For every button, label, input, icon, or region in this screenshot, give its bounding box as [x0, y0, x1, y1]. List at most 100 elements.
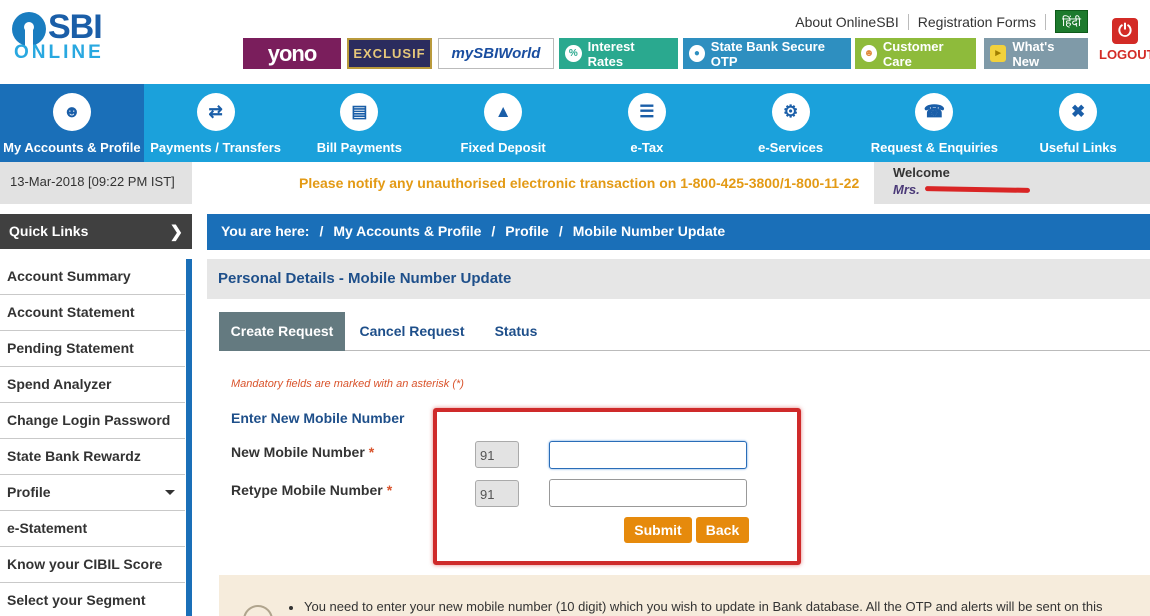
phone-chat-icon: ☎: [915, 93, 954, 131]
hindi-language-button[interactable]: हिंदी: [1055, 10, 1088, 33]
breadcrumb-prefix: You are here:: [221, 223, 310, 239]
bullet-icon: [289, 605, 293, 610]
interest-rates-label: Interest Rates: [587, 38, 635, 69]
whats-new-button[interactable]: ► What's New: [984, 38, 1088, 69]
info-bar: 13-Mar-2018 [09:22 PM IST] Please notify…: [0, 162, 1150, 204]
nav-label: My Accounts & Profile: [3, 140, 141, 155]
services-icon: ⚙: [771, 93, 810, 131]
yono-banner[interactable]: yono: [243, 38, 341, 69]
retype-mobile-label-text: Retype Mobile Number: [231, 482, 383, 498]
quick-link-profile-label: Profile: [7, 484, 51, 500]
customer-care-button[interactable]: ☻ Customer Care: [855, 38, 976, 69]
info-note: You need to enter your new mobile number…: [219, 575, 1150, 616]
nav-bill-payments[interactable]: ▤ Bill Payments: [288, 84, 432, 162]
header: SBI ONLINE About OnlineSBI Registration …: [0, 0, 1150, 84]
links-icon: ✖: [1059, 93, 1098, 131]
nav-fixed-deposit[interactable]: ▲ Fixed Deposit: [431, 84, 575, 162]
exclusif-banner[interactable]: EXCLUSIF: [347, 38, 432, 69]
whats-new-label: What's New: [1012, 38, 1055, 69]
interest-rates-button[interactable]: % Interest Rates: [559, 38, 678, 69]
sbi-logo[interactable]: SBI ONLINE: [12, 8, 107, 63]
retype-mobile-label: Retype Mobile Number *: [231, 482, 392, 498]
login-datetime: 13-Mar-2018 [09:22 PM IST]: [0, 162, 192, 204]
deposit-icon: ▲: [484, 93, 523, 131]
nav-my-accounts[interactable]: ☻ My Accounts & Profile: [0, 84, 144, 162]
tax-icon: ☰: [627, 93, 666, 131]
nav-etax[interactable]: ☰ e-Tax: [575, 84, 719, 162]
breadcrumb-profile[interactable]: Profile: [505, 223, 549, 250]
quick-link-account-summary[interactable]: Account Summary: [0, 259, 185, 295]
breadcrumb-separator: /: [491, 223, 496, 239]
breadcrumb-separator: /: [319, 223, 324, 239]
sbi-logo-icon: [12, 12, 46, 46]
about-link[interactable]: About OnlineSBI: [795, 14, 899, 30]
quick-links-title: Quick Links: [9, 223, 89, 239]
registration-forms-link[interactable]: Registration Forms: [918, 14, 1036, 30]
redaction-mark: [924, 186, 1031, 193]
nav-label: Bill Payments: [316, 140, 402, 155]
customer-care-label: Customer Care: [882, 38, 944, 69]
panel-title: Personal Details - Mobile Number Update: [207, 259, 1150, 299]
logo-text-bottom: ONLINE: [14, 42, 104, 63]
info-icon: [243, 605, 273, 616]
nav-label: e-Services: [758, 140, 824, 155]
power-icon: ⏻: [1112, 18, 1138, 44]
required-asterisk: *: [386, 482, 393, 498]
nav-useful-links[interactable]: ✖ Useful Links: [1006, 84, 1150, 162]
sidebar-scrollbar[interactable]: [186, 259, 192, 616]
quick-link-pending-statement[interactable]: Pending Statement: [0, 331, 185, 367]
quick-link-segment[interactable]: Select your Segment: [0, 583, 185, 616]
transfer-icon: ⇄: [196, 93, 235, 131]
tab-cancel-request[interactable]: Cancel Request: [345, 312, 479, 351]
quick-link-estatement[interactable]: e-Statement: [0, 511, 185, 547]
main-nav: ☻ My Accounts & Profile ⇄ Payments / Tra…: [0, 84, 1150, 162]
breadcrumb-current: Mobile Number Update: [572, 223, 726, 239]
tag-icon: %: [565, 45, 582, 62]
user-prefix: Mrs.: [893, 182, 920, 197]
highlight-annotation-box: [433, 408, 801, 565]
breadcrumb-my-accounts[interactable]: My Accounts & Profile: [333, 223, 481, 250]
top-links: About OnlineSBI Registration Forms हिंदी: [795, 10, 1088, 33]
quick-link-spend-analyzer[interactable]: Spend Analyzer: [0, 367, 185, 403]
breadcrumb: You are here: / My Accounts & Profile / …: [207, 214, 1150, 250]
quick-links-list: Account Summary Account Statement Pendin…: [0, 259, 185, 616]
nav-label: Payments / Transfers: [150, 140, 282, 155]
section-title: Enter New Mobile Number: [231, 410, 405, 426]
divider: [1045, 13, 1047, 30]
welcome-text: Welcome: [893, 165, 950, 180]
chevron-right-icon: ❯: [169, 224, 183, 241]
nav-payments[interactable]: ⇄ Payments / Transfers: [144, 84, 288, 162]
logout-button[interactable]: ⏻ LOGOUT: [1099, 18, 1150, 62]
required-asterisk: *: [368, 444, 375, 460]
welcome-box: Welcome Mrs.: [874, 162, 1150, 204]
nav-label: e-Tax: [630, 140, 664, 155]
quick-link-cibil[interactable]: Know your CIBIL Score: [0, 547, 185, 583]
quick-link-rewardz[interactable]: State Bank Rewardz: [0, 439, 185, 475]
nav-label: Request & Enquiries: [870, 140, 998, 155]
fraud-notice-marquee: Please notify any unauthorised electroni…: [299, 175, 860, 191]
tab-create-request[interactable]: Create Request: [219, 312, 345, 351]
tab-status[interactable]: Status: [479, 312, 553, 351]
request-tabs: Create Request Cancel Request Status: [219, 312, 1150, 351]
nav-request-enquiries[interactable]: ☎ Request & Enquiries: [863, 84, 1007, 162]
quick-link-profile[interactable]: Profile: [0, 475, 185, 511]
nav-label: Useful Links: [1039, 140, 1117, 155]
bill-icon: ▤: [340, 93, 379, 131]
logout-label: LOGOUT: [1099, 47, 1150, 62]
note-text: You need to enter your new mobile number…: [304, 599, 1103, 614]
secure-otp-button[interactable]: ● State Bank Secure OTP: [683, 38, 851, 69]
agent-icon: ☻: [861, 45, 877, 62]
sbiworld-banner[interactable]: mySBIWorld: [438, 38, 554, 69]
caret-down-icon: [165, 490, 175, 495]
secure-otp-label: State Bank Secure OTP: [710, 38, 825, 69]
nav-eservices[interactable]: ⚙ e-Services: [719, 84, 863, 162]
new-mobile-label-text: New Mobile Number: [231, 444, 365, 460]
user-icon: ☻: [52, 93, 91, 131]
quick-link-change-password[interactable]: Change Login Password: [0, 403, 185, 439]
quick-links-header[interactable]: Quick Links ❯: [0, 214, 192, 249]
user-name: Mrs.: [893, 182, 1150, 197]
megaphone-icon: ►: [990, 45, 1007, 62]
mandatory-note: Mandatory fields are marked with an aste…: [231, 378, 464, 390]
quick-link-account-statement[interactable]: Account Statement: [0, 295, 185, 331]
nav-label: Fixed Deposit: [460, 140, 546, 155]
